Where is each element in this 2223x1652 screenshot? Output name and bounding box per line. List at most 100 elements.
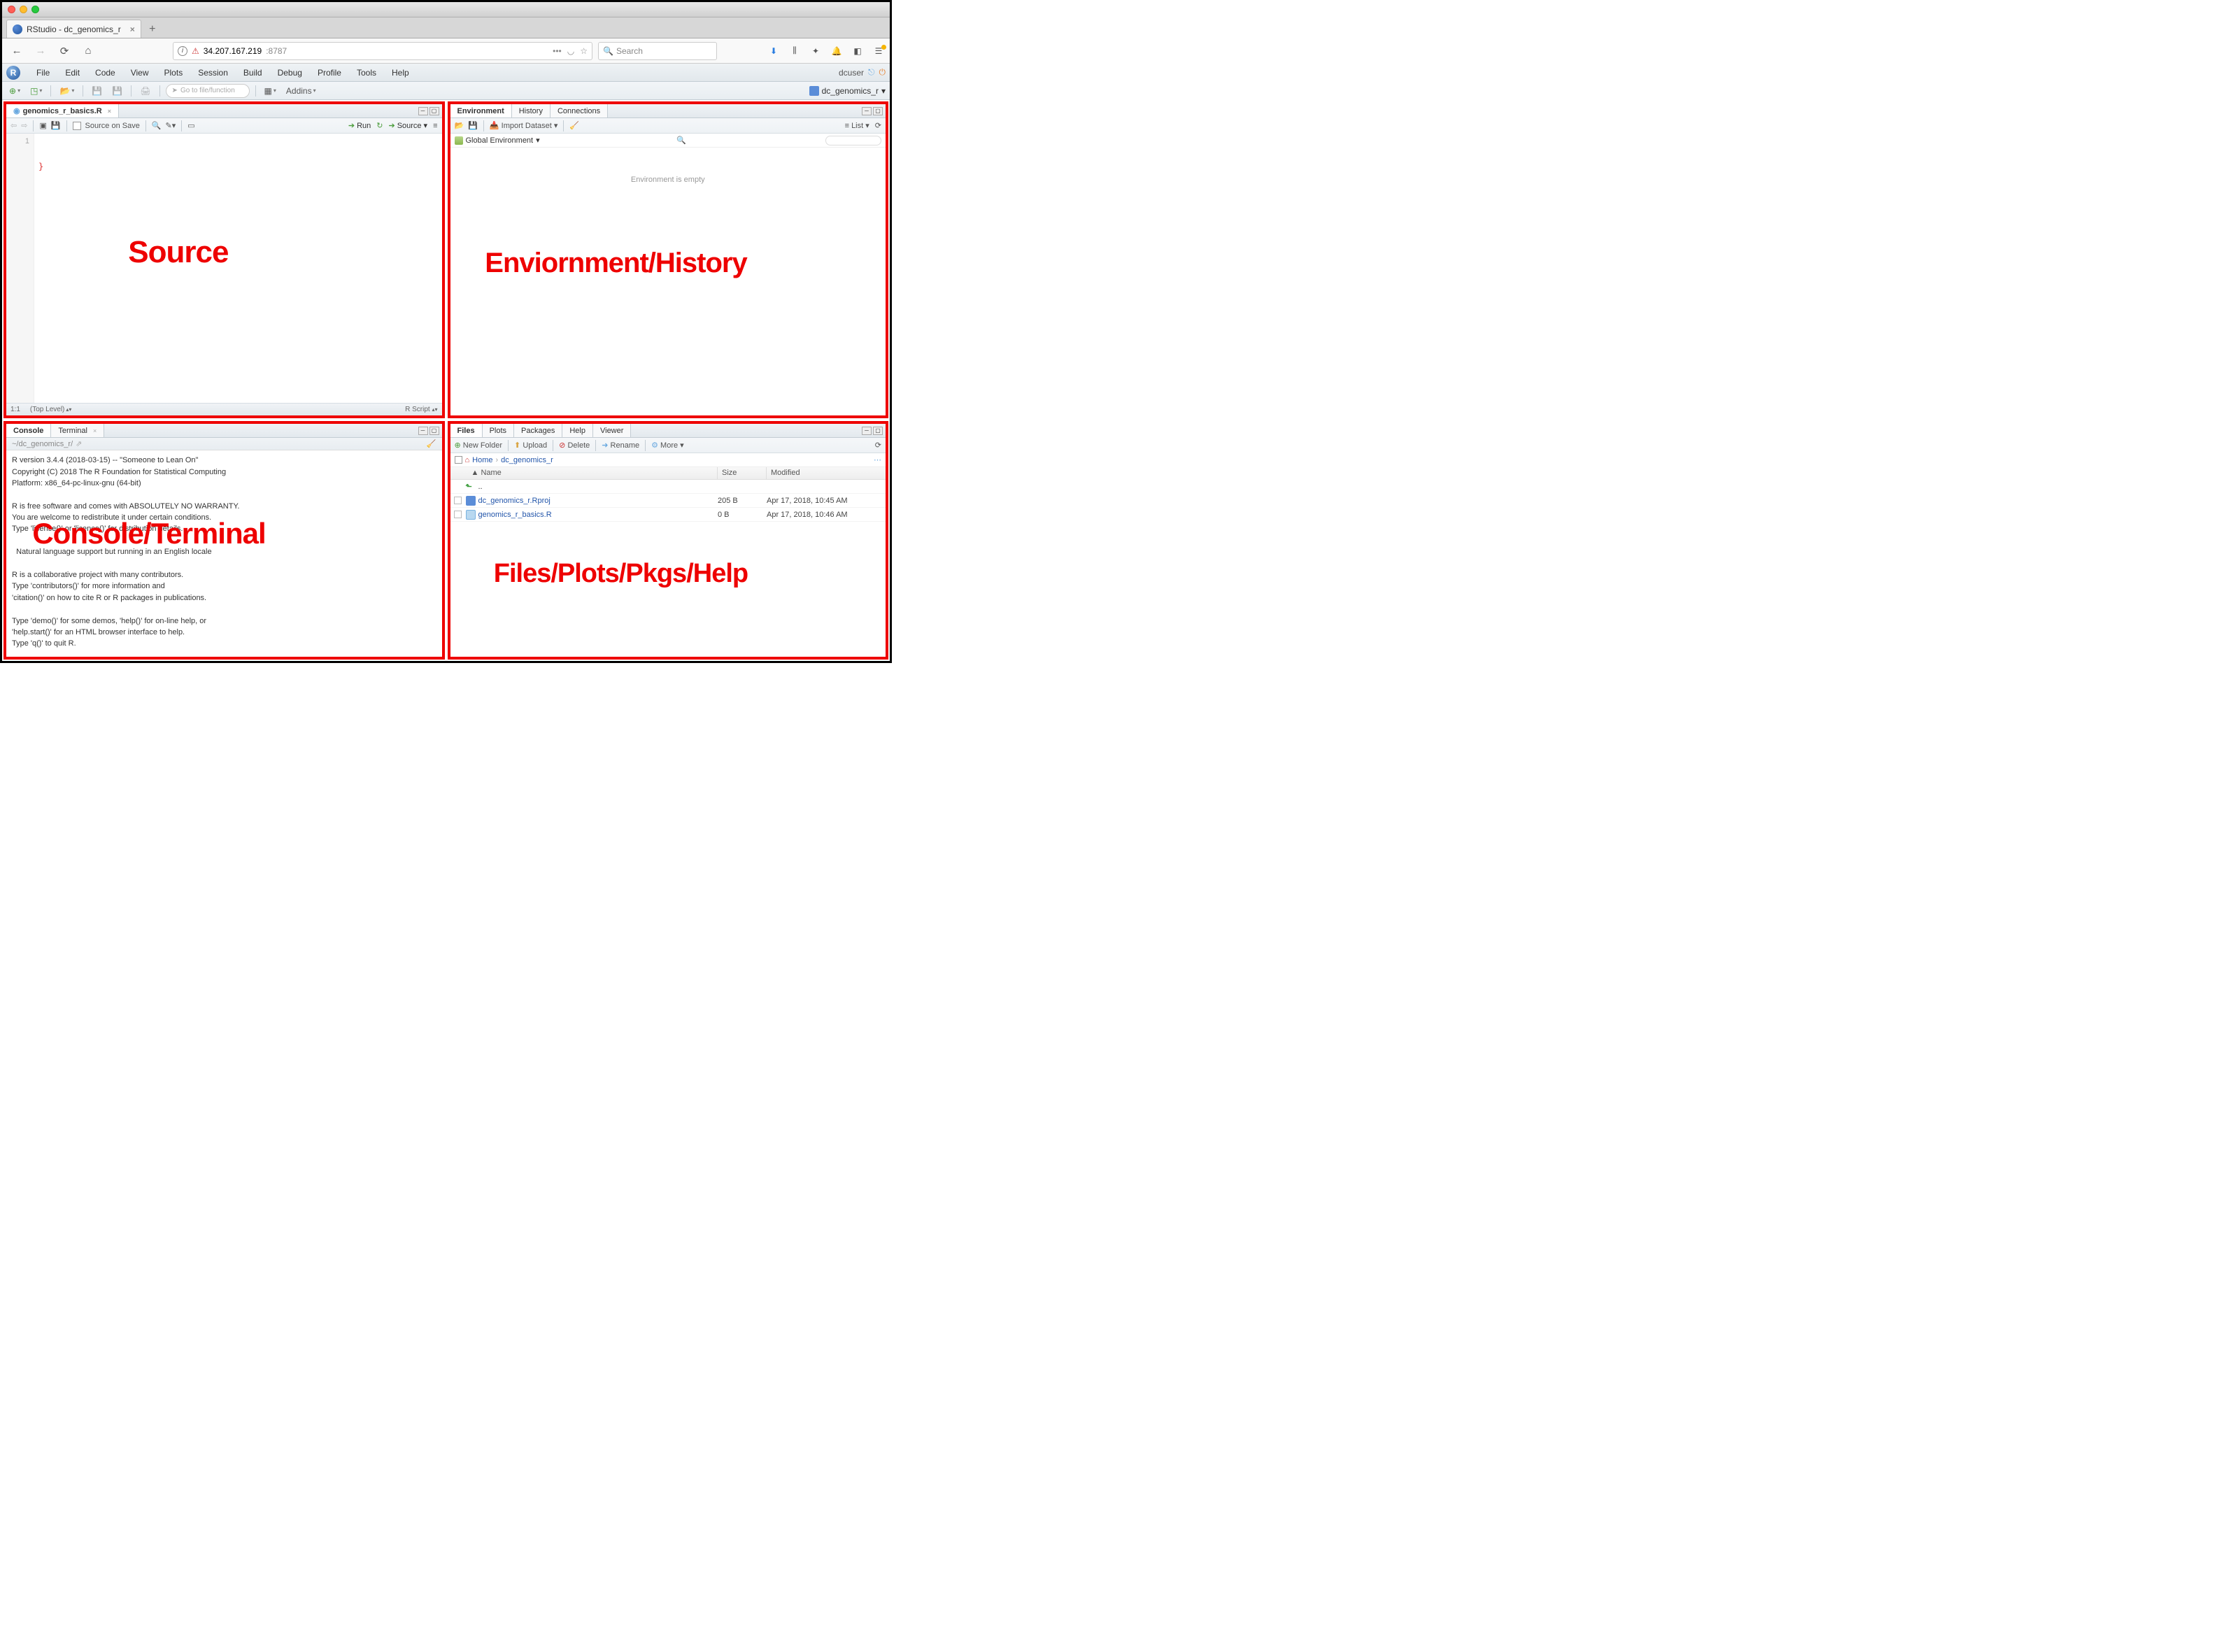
import-dataset-button[interactable]: 📥 Import Dataset ▾ [490, 121, 558, 130]
source-file-tab[interactable]: ◉ genomics_r_basics.R × [6, 104, 119, 118]
source-on-save-checkbox[interactable] [73, 122, 81, 130]
new-folder-button[interactable]: ⊕ New Folder [455, 441, 503, 450]
console-output[interactable]: R version 3.4.4 (2018-03-15) -- "Someone… [6, 450, 442, 657]
tab-packages[interactable]: Packages [514, 424, 562, 437]
menu-plots[interactable]: Plots [158, 66, 190, 80]
run-button[interactable]: ➔Run [348, 121, 371, 130]
load-workspace-icon[interactable]: 📂 [455, 121, 464, 130]
minimize-pane-icon[interactable]: ─ [418, 107, 428, 115]
save-workspace-icon[interactable]: 💾 [468, 121, 478, 130]
page-actions-icon[interactable]: ••• [553, 46, 562, 56]
signout-icon[interactable]: ⎋ [868, 67, 875, 78]
close-window-icon[interactable] [8, 6, 15, 13]
downloads-icon[interactable]: ⬇ [768, 46, 779, 56]
minimize-pane-icon[interactable]: ─ [862, 427, 872, 435]
file-row-rscript[interactable]: genomics_r_basics.R 0 B Apr 17, 2018, 10… [450, 508, 886, 522]
evernote-icon[interactable]: ✦ [810, 46, 821, 56]
tab-terminal[interactable]: Terminal× [51, 424, 104, 437]
refresh-files-icon[interactable]: ⟳ [875, 441, 881, 450]
wand-icon[interactable]: ✎▾ [166, 121, 176, 130]
power-icon[interactable]: ⏻ [879, 67, 886, 78]
console-popout-icon[interactable]: ⇗ [76, 439, 82, 448]
tab-environment[interactable]: Environment [450, 104, 512, 118]
breadcrumb-home[interactable]: Home [472, 456, 492, 464]
addins-button[interactable]: Addins ▾ [283, 84, 319, 98]
save-all-button[interactable]: 💾 [109, 84, 125, 98]
menu-file[interactable]: File [30, 66, 56, 80]
close-file-icon[interactable]: × [108, 108, 111, 115]
forward-button[interactable]: → [31, 42, 50, 60]
search-input[interactable]: 🔍 Search [598, 42, 717, 60]
refresh-env-icon[interactable]: ⟳ [875, 121, 881, 130]
minimize-pane-icon[interactable]: ─ [418, 427, 428, 435]
tab-plots[interactable]: Plots [483, 424, 514, 437]
menu-code[interactable]: Code [89, 66, 122, 80]
tab-close-icon[interactable]: × [130, 24, 135, 34]
back-button[interactable]: ← [8, 42, 26, 60]
clear-console-icon[interactable]: 🧹 [427, 439, 436, 448]
header-modified[interactable]: Modified [767, 467, 886, 479]
home-icon[interactable]: ⌂ [465, 456, 470, 464]
grid-button[interactable]: ▦▾ [262, 84, 279, 98]
source-button[interactable]: ➔Source ▾ [388, 121, 427, 130]
editor-text[interactable]: } [34, 134, 442, 403]
scope-caret-icon[interactable]: ▴▾ [66, 406, 71, 413]
forward-nav-icon[interactable]: ⇨ [21, 121, 27, 130]
site-info-icon[interactable]: i [178, 46, 187, 56]
menu-profile[interactable]: Profile [311, 66, 348, 80]
select-all-checkbox[interactable] [455, 456, 462, 464]
menu-help[interactable]: Help [385, 66, 416, 80]
breadcrumb-project[interactable]: dc_genomics_r [501, 456, 553, 464]
scope-selector[interactable]: (Top Level) [30, 406, 64, 413]
maximize-pane-icon[interactable]: ▢ [873, 107, 883, 115]
tab-connections[interactable]: Connections [551, 104, 608, 118]
home-button[interactable]: ⌂ [79, 42, 97, 60]
list-view-button[interactable]: ≡ List ▾ [845, 121, 869, 130]
new-file-button[interactable]: ⊕▾ [6, 84, 23, 98]
save-source-icon[interactable]: 💾 [51, 121, 61, 130]
source-editor[interactable]: 1 } [6, 134, 442, 403]
popout-icon[interactable]: ▣ [39, 121, 46, 130]
terminal-close-icon[interactable]: × [93, 427, 97, 434]
back-nav-icon[interactable]: ⇦ [10, 121, 17, 130]
tab-history[interactable]: History [512, 104, 551, 118]
more-button[interactable]: ⚙ More ▾ [651, 441, 684, 450]
library-icon[interactable]: ⫼ [789, 45, 800, 56]
print-button[interactable]: 🖨 [137, 84, 153, 98]
file-type-label[interactable]: R Script [405, 406, 430, 413]
maximize-pane-icon[interactable]: ▢ [429, 427, 439, 435]
header-name[interactable]: ▲ Name [450, 467, 718, 479]
env-search-input[interactable] [825, 136, 881, 145]
maximize-pane-icon[interactable]: ▢ [429, 107, 439, 115]
menu-session[interactable]: Session [192, 66, 234, 80]
env-scope-selector[interactable]: Global Environment [466, 136, 534, 145]
project-caret-icon[interactable]: ▾ [881, 86, 886, 96]
scope-caret-icon[interactable]: ▾ [536, 136, 540, 145]
browser-tab-rstudio[interactable]: RStudio - dc_genomics_r × [6, 20, 141, 38]
env-search-icon[interactable]: 🔍 [676, 136, 686, 145]
sidebar-icon[interactable]: ◧ [852, 46, 863, 56]
tab-console[interactable]: Console [6, 424, 51, 437]
menu-icon[interactable]: ☰ [873, 46, 884, 56]
open-file-button[interactable]: 📂▾ [57, 84, 77, 98]
minimize-pane-icon[interactable]: ─ [862, 107, 872, 115]
tab-help[interactable]: Help [562, 424, 593, 437]
lang-caret-icon[interactable]: ▴▾ [432, 406, 437, 413]
report-icon[interactable]: ▭ [187, 121, 194, 130]
url-input[interactable]: i ⚠ 34.207.167.219:8787 ••• ◡ ☆ [173, 42, 592, 60]
file-checkbox[interactable] [454, 497, 462, 504]
save-button[interactable]: 💾 [89, 84, 105, 98]
new-tab-button[interactable]: + [144, 21, 161, 38]
reload-button[interactable]: ⟳ [55, 42, 73, 60]
tab-viewer[interactable]: Viewer [593, 424, 631, 437]
clear-env-icon[interactable]: 🧹 [569, 121, 579, 130]
upload-button[interactable]: ⬆ Upload [514, 441, 547, 450]
header-size[interactable]: Size [718, 467, 767, 479]
notifications-icon[interactable]: 🔔 [831, 46, 842, 56]
maximize-pane-icon[interactable]: ▢ [873, 427, 883, 435]
minimize-window-icon[interactable] [20, 6, 27, 13]
menu-debug[interactable]: Debug [271, 66, 308, 80]
menu-edit[interactable]: Edit [59, 66, 86, 80]
goto-file-input[interactable]: ➤ Go to file/function [166, 84, 250, 98]
menu-tools[interactable]: Tools [350, 66, 383, 80]
